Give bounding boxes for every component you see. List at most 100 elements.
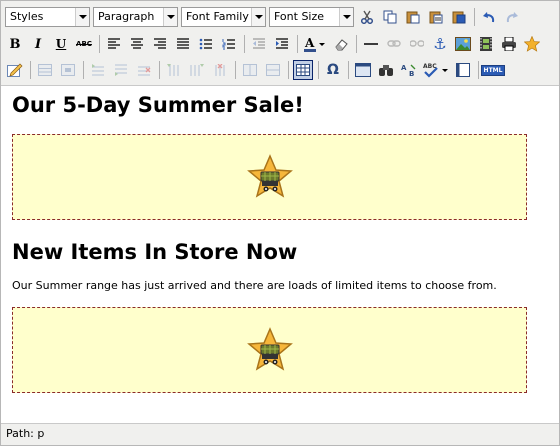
indent-button[interactable] (272, 34, 292, 54)
shopping-star-icon (246, 154, 293, 198)
delete-row-button[interactable] (134, 60, 154, 80)
table-row-props-button[interactable] (35, 60, 55, 80)
toolbar-row-1: Styles Paragraph Font Family Font Size (5, 5, 525, 29)
paste-word-icon (452, 11, 466, 24)
copy-button[interactable] (380, 7, 400, 27)
chevron-down-icon (251, 8, 265, 26)
anchor-button[interactable]: ⚓ (430, 34, 450, 54)
align-justify-button[interactable] (173, 34, 193, 54)
numbered-list-button[interactable] (219, 34, 239, 54)
media-button[interactable] (476, 34, 496, 54)
link-icon (387, 40, 401, 47)
font-size-label: Font Size (274, 10, 325, 23)
chevron-down-icon (339, 8, 353, 26)
toolbar-separator (83, 61, 84, 79)
bullet-list-button[interactable] (196, 34, 216, 54)
col-after-icon (190, 64, 204, 76)
toolbar-separator (30, 61, 31, 79)
paste-icon (406, 11, 420, 24)
html-icon: HTML (480, 64, 506, 76)
undo-icon (483, 12, 495, 23)
indent-icon (276, 38, 288, 49)
anchor-icon: ⚓ (433, 35, 447, 53)
new-items-banner[interactable] (12, 307, 527, 393)
sale-banner[interactable] (12, 134, 527, 220)
align-left-icon (108, 38, 120, 49)
printer-icon (502, 37, 516, 51)
paste-text-button[interactable] (426, 7, 446, 27)
styles-dropdown[interactable]: Styles (5, 7, 90, 27)
row-props-icon (38, 64, 52, 76)
delete-col-button[interactable] (210, 60, 230, 80)
toolbar-separator (356, 35, 357, 53)
font-size-dropdown[interactable]: Font Size (269, 7, 354, 27)
html-source-button[interactable]: HTML (480, 60, 506, 80)
find-replace-button[interactable] (376, 60, 396, 80)
favorite-button[interactable] (522, 34, 542, 54)
remove-format-button[interactable] (331, 34, 351, 54)
cut-button[interactable] (357, 7, 377, 27)
format-dropdown[interactable]: Paragraph (93, 7, 178, 27)
paste-text-icon (429, 11, 443, 24)
spellcheck-button[interactable]: ABC (422, 60, 450, 80)
toolbar-separator (235, 61, 236, 79)
font-family-label: Font Family (186, 10, 249, 23)
new-items-heading: New Items In Store Now (12, 240, 298, 264)
redo-button[interactable] (502, 7, 522, 27)
toolbar-separator (348, 61, 349, 79)
editor-content-area[interactable]: Our 5-Day Summer Sale! New Items In Stor… (1, 86, 559, 422)
toolbar-separator (297, 35, 298, 53)
omega-icon: Ω (327, 62, 339, 78)
underline-button[interactable]: U (51, 34, 71, 54)
edit-style-icon (7, 63, 23, 77)
split-cells-icon (243, 64, 257, 76)
special-char-button[interactable]: Ω (323, 60, 343, 80)
svg-text:A: A (401, 64, 407, 72)
bold-button[interactable]: B (5, 34, 25, 54)
fullscreen-button[interactable] (353, 60, 373, 80)
horizontal-rule-button[interactable] (361, 34, 381, 54)
split-cells-button[interactable] (240, 60, 260, 80)
col-before-icon (167, 64, 179, 76)
edit-css-button[interactable] (5, 60, 25, 80)
numbered-list-icon (222, 39, 235, 50)
replace-button[interactable]: AB (399, 60, 419, 80)
undo-button[interactable] (479, 7, 499, 27)
visual-aid-button[interactable] (453, 60, 473, 80)
link-button[interactable] (384, 34, 404, 54)
strikethrough-icon: ABC (76, 40, 92, 48)
table-cell-props-button[interactable] (58, 60, 78, 80)
align-center-button[interactable] (127, 34, 147, 54)
svg-text:A: A (304, 36, 315, 50)
strikethrough-button[interactable]: ABC (74, 34, 94, 54)
italic-button[interactable]: I (28, 34, 48, 54)
toolbar-separator (288, 61, 289, 79)
unlink-button[interactable] (407, 34, 427, 54)
insert-row-before-button[interactable] (88, 60, 108, 80)
font-family-dropdown[interactable]: Font Family (181, 7, 266, 27)
align-right-button[interactable] (150, 34, 170, 54)
font-color-button[interactable]: A (302, 34, 328, 54)
underline-icon: U (55, 37, 67, 51)
print-button[interactable] (499, 34, 519, 54)
insert-col-before-button[interactable] (164, 60, 184, 80)
rich-text-editor: Styles Paragraph Font Family Font Size B… (0, 0, 560, 446)
row-before-icon (92, 64, 104, 76)
delete-row-icon (138, 66, 151, 76)
toolbar-separator (318, 61, 319, 79)
insert-col-after-button[interactable] (187, 60, 207, 80)
paste-button[interactable] (403, 7, 423, 27)
merge-cells-button[interactable] (263, 60, 283, 80)
sale-heading: Our 5-Day Summer Sale! (12, 93, 304, 117)
eraser-icon (335, 39, 348, 51)
paste-word-button[interactable] (449, 7, 469, 27)
outdent-button[interactable] (249, 34, 269, 54)
status-bar: Path: p (1, 423, 559, 445)
insert-row-after-button[interactable] (111, 60, 131, 80)
insert-table-button[interactable] (293, 60, 313, 80)
film-icon (480, 37, 492, 51)
toolbar-row-3: Ω AB ABC HTML (5, 58, 506, 82)
insert-image-button[interactable] (453, 34, 473, 54)
horizontal-rule-icon (364, 43, 378, 45)
align-left-button[interactable] (104, 34, 124, 54)
